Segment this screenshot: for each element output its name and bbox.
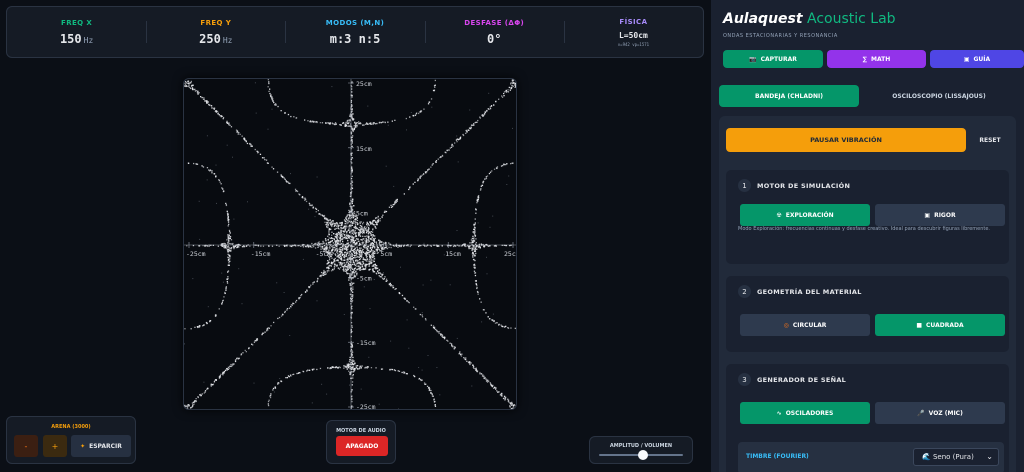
x-tick-label: -15cm [251, 250, 271, 258]
chevron-down-icon: ⌄ [986, 452, 993, 461]
stat-freq-y: FREQ Y 250 Hz [146, 7, 285, 57]
section-signal-generator: 3 GENERADOR DE SEÑAL ∿ OSCILADORES 🎤 VOZ (… [726, 364, 1009, 472]
motor-label: MOTOR DE AUDIO [336, 428, 386, 434]
stats-bar: FREQ X 150 Hz FREQ Y 250 Hz MODOS (M,N) m:… [6, 6, 704, 58]
voice-mic-option[interactable]: 🎤 VOZ (MIC) [875, 402, 1005, 424]
stat-freq-x: FREQ X 150 Hz [7, 7, 146, 57]
x-tick-label: -25cm [186, 250, 206, 258]
slider-thumb[interactable] [637, 450, 648, 460]
y-tick-label: 25cm [356, 80, 372, 88]
stat-value: 150 Hz [59, 31, 94, 46]
y-tick-label: -25cm [356, 403, 376, 410]
view-tabs: BANDEJA (CHLADNI) OSCILOSCOPIO (LISSAJOU… [719, 85, 1019, 107]
amplitude-slider[interactable] [599, 450, 683, 460]
exploration-option[interactable]: ☢ EXPLORACIÓN [740, 204, 870, 226]
math-button[interactable]: ∑ MATH [827, 50, 926, 68]
y-tick-label: -5cm [356, 274, 372, 282]
circle-icon: ◎ [783, 321, 789, 329]
stat-label: FREQ X [61, 18, 93, 27]
microphone-icon: 🎤 [917, 409, 925, 417]
rigor-option[interactable]: ▣ RIGOR [875, 204, 1005, 226]
stat-label: DESFASE (ΔΦ) [464, 18, 525, 27]
wave-icon: ∿ [776, 409, 782, 417]
section-title: GEOMETRÍA DEL MATERIAL [757, 288, 862, 296]
timbre-select[interactable]: 🌊 Seno (Pura) ⌄ [913, 448, 999, 466]
camera-icon: 📷 [749, 55, 757, 63]
section-number: 1 [738, 179, 751, 192]
audio-toggle-button[interactable]: APAGADO [336, 436, 388, 456]
spread-label: ESPARCIR [89, 442, 122, 450]
section-material-geometry: 2 GEOMETRÍA DEL MATERIAL ◎ CIRCULAR ■ CUAD… [726, 276, 1009, 352]
stat-modes: MODOS (M,N) m:3 n:5 [285, 7, 424, 57]
spread-sand-button[interactable]: ✦ ESPARCIR [71, 435, 131, 457]
x-tick-label: 15cm [445, 250, 461, 258]
pause-vibration-button[interactable]: PAUSAR VIBRACIÓN [726, 128, 966, 152]
settings-scroll[interactable]: PAUSAR VIBRACIÓN RESET 1 MOTOR DE SIMULA… [719, 116, 1016, 472]
guide-button[interactable]: ▣ GUÍA [930, 50, 1024, 68]
square-icon: ■ [916, 321, 923, 329]
stat-label: FREQ Y [200, 18, 232, 27]
chip-icon: ▣ [924, 211, 931, 219]
stat-sub: v=942 vp=1571 [617, 41, 650, 47]
circular-option[interactable]: ◎ CIRCULAR [740, 314, 870, 336]
stat-label: FÍSICA [619, 17, 648, 26]
y-tick-label: 5cm [356, 210, 368, 218]
x-tick-label: 5cm [380, 250, 392, 258]
y-tick-label: -15cm [356, 339, 376, 347]
sand-control: ARENA (3000) - + ✦ ESPARCIR [6, 416, 136, 464]
amplitude-control: AMPLITUD / VOLUMEN [589, 436, 693, 464]
x-tick-label: -5cm [316, 250, 332, 258]
oscillators-option[interactable]: ∿ OSCILADORES [740, 402, 870, 424]
tab-chladni[interactable]: BANDEJA (CHLADNI) [719, 85, 859, 107]
stat-value: L=50cm [618, 30, 648, 40]
section-title: MOTOR DE SIMULACIÓN [757, 182, 851, 190]
stat-physics: FÍSICA L=50cm v=942 vp=1571 [563, 7, 703, 57]
stat-value: m:3 n:5 [329, 31, 381, 46]
timbre-label: TIMBRE (FOURIER) [746, 453, 809, 460]
amplitude-label: AMPLITUD / VOLUMEN [609, 443, 673, 449]
atom-icon: ☢ [776, 211, 782, 219]
chladni-plate[interactable]: -25cm -15cm -5cm 5cm 15cm 25c 25cm 15cm 5cm -5cm -… [183, 78, 517, 410]
sparkle-icon: ✦ [80, 442, 86, 450]
section-number: 3 [738, 373, 751, 386]
stat-value: 250 Hz [199, 31, 233, 46]
sigma-icon: ∑ [862, 55, 868, 63]
app-subtitle: ONDAS ESTACIONARIAS Y RESONANCIA [723, 33, 838, 39]
book-icon: ▣ [963, 55, 970, 63]
x-tick-label: 25c [504, 250, 516, 258]
reset-button[interactable]: RESET [971, 128, 1009, 152]
tab-oscilloscope[interactable]: OSCILOSCOPIO (LISSAJOUS) [869, 85, 1009, 107]
plate-canvas[interactable]: -25cm -15cm -5cm 5cm 15cm 25c 25cm 15cm 5cm -5cm -… [184, 79, 517, 410]
square-option[interactable]: ■ CUADRADA [875, 314, 1005, 336]
section-simulation-engine: 1 MOTOR DE SIMULACIÓN ☢ EXPLORACIÓN ▣ RIGO… [726, 170, 1009, 264]
stat-label: MODOS (M,N) [325, 18, 385, 27]
section-number: 2 [738, 285, 751, 298]
sand-minus-button[interactable]: - [14, 435, 38, 457]
timbre-row: TIMBRE (FOURIER) 🌊 Seno (Pura) ⌄ [738, 442, 1004, 472]
stat-phase: DESFASE (ΔΦ) 0° [424, 7, 564, 57]
control-panel: Aulaquest Acoustic Lab ONDAS ESTACIONARI… [711, 0, 1024, 472]
sand-label: ARENA (3000) [51, 424, 91, 430]
app-title: Aulaquest Acoustic Lab [723, 11, 896, 27]
stat-value: 0° [486, 31, 502, 46]
sand-plus-button[interactable]: + [43, 435, 67, 457]
section-title: GENERADOR DE SEÑAL [757, 376, 847, 384]
audio-motor: MOTOR DE AUDIO APAGADO [326, 420, 396, 464]
capture-button[interactable]: 📷 CAPTURAR [723, 50, 823, 68]
y-tick-label: 15cm [356, 145, 372, 153]
mode-description: Modo Exploración: frecuencias continuas … [738, 226, 991, 232]
